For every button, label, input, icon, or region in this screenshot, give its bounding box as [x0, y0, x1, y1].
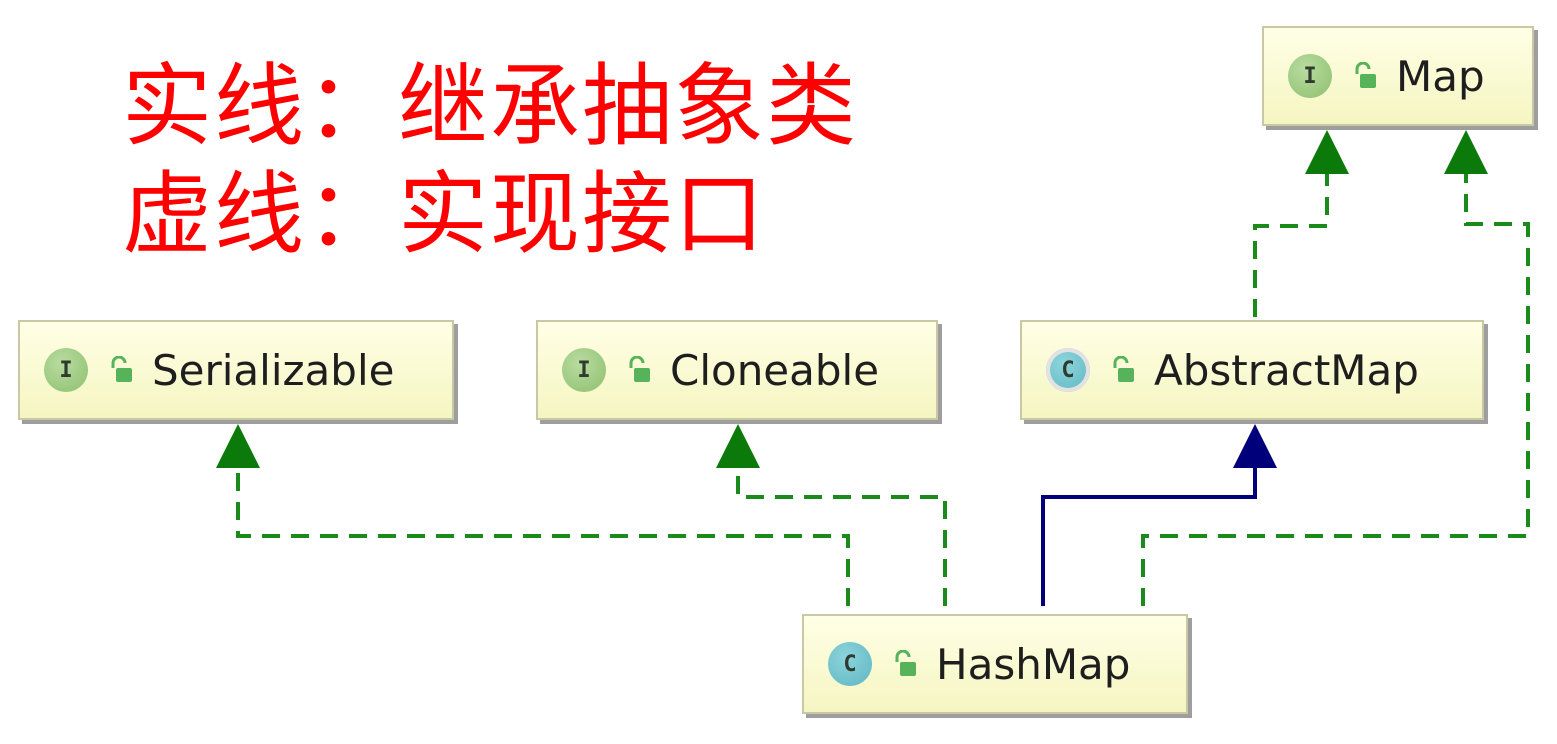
interface-badge-icon: I: [44, 348, 88, 392]
edge-abstractmap-map: [1253, 174, 1329, 317]
arrowhead-map-right: [1444, 130, 1488, 174]
node-name: HashMap: [936, 639, 1131, 689]
abstract-class-badge-icon: C: [1046, 348, 1090, 392]
class-node-serializable[interactable]: I Serializable: [18, 320, 454, 420]
arrowhead-abstractmap: [1233, 424, 1277, 468]
interface-badge-icon: I: [562, 348, 606, 392]
node-name: Serializable: [152, 345, 395, 395]
class-node-abstractmap[interactable]: C AbstractMap: [1020, 320, 1484, 420]
unlock-icon: [1355, 62, 1376, 88]
arrowhead-cloneable: [716, 424, 760, 468]
class-node-hashmap[interactable]: C HashMap: [802, 614, 1188, 714]
node-name: Map: [1396, 51, 1485, 101]
arrowhead-map-left: [1305, 130, 1349, 174]
node-name: Cloneable: [670, 345, 880, 395]
unlock-icon: [1113, 356, 1134, 382]
unlock-icon: [111, 356, 132, 382]
arrowhead-serializable: [216, 424, 260, 468]
unlock-icon: [895, 650, 916, 676]
unlock-icon: [629, 356, 650, 382]
edge-hashmap-serializable: [236, 468, 850, 606]
node-name: AbstractMap: [1154, 345, 1419, 395]
interface-badge-icon: I: [1288, 54, 1332, 98]
class-node-cloneable[interactable]: I Cloneable: [536, 320, 938, 420]
class-badge-icon: C: [828, 642, 872, 686]
class-node-map[interactable]: I Map: [1262, 26, 1534, 126]
